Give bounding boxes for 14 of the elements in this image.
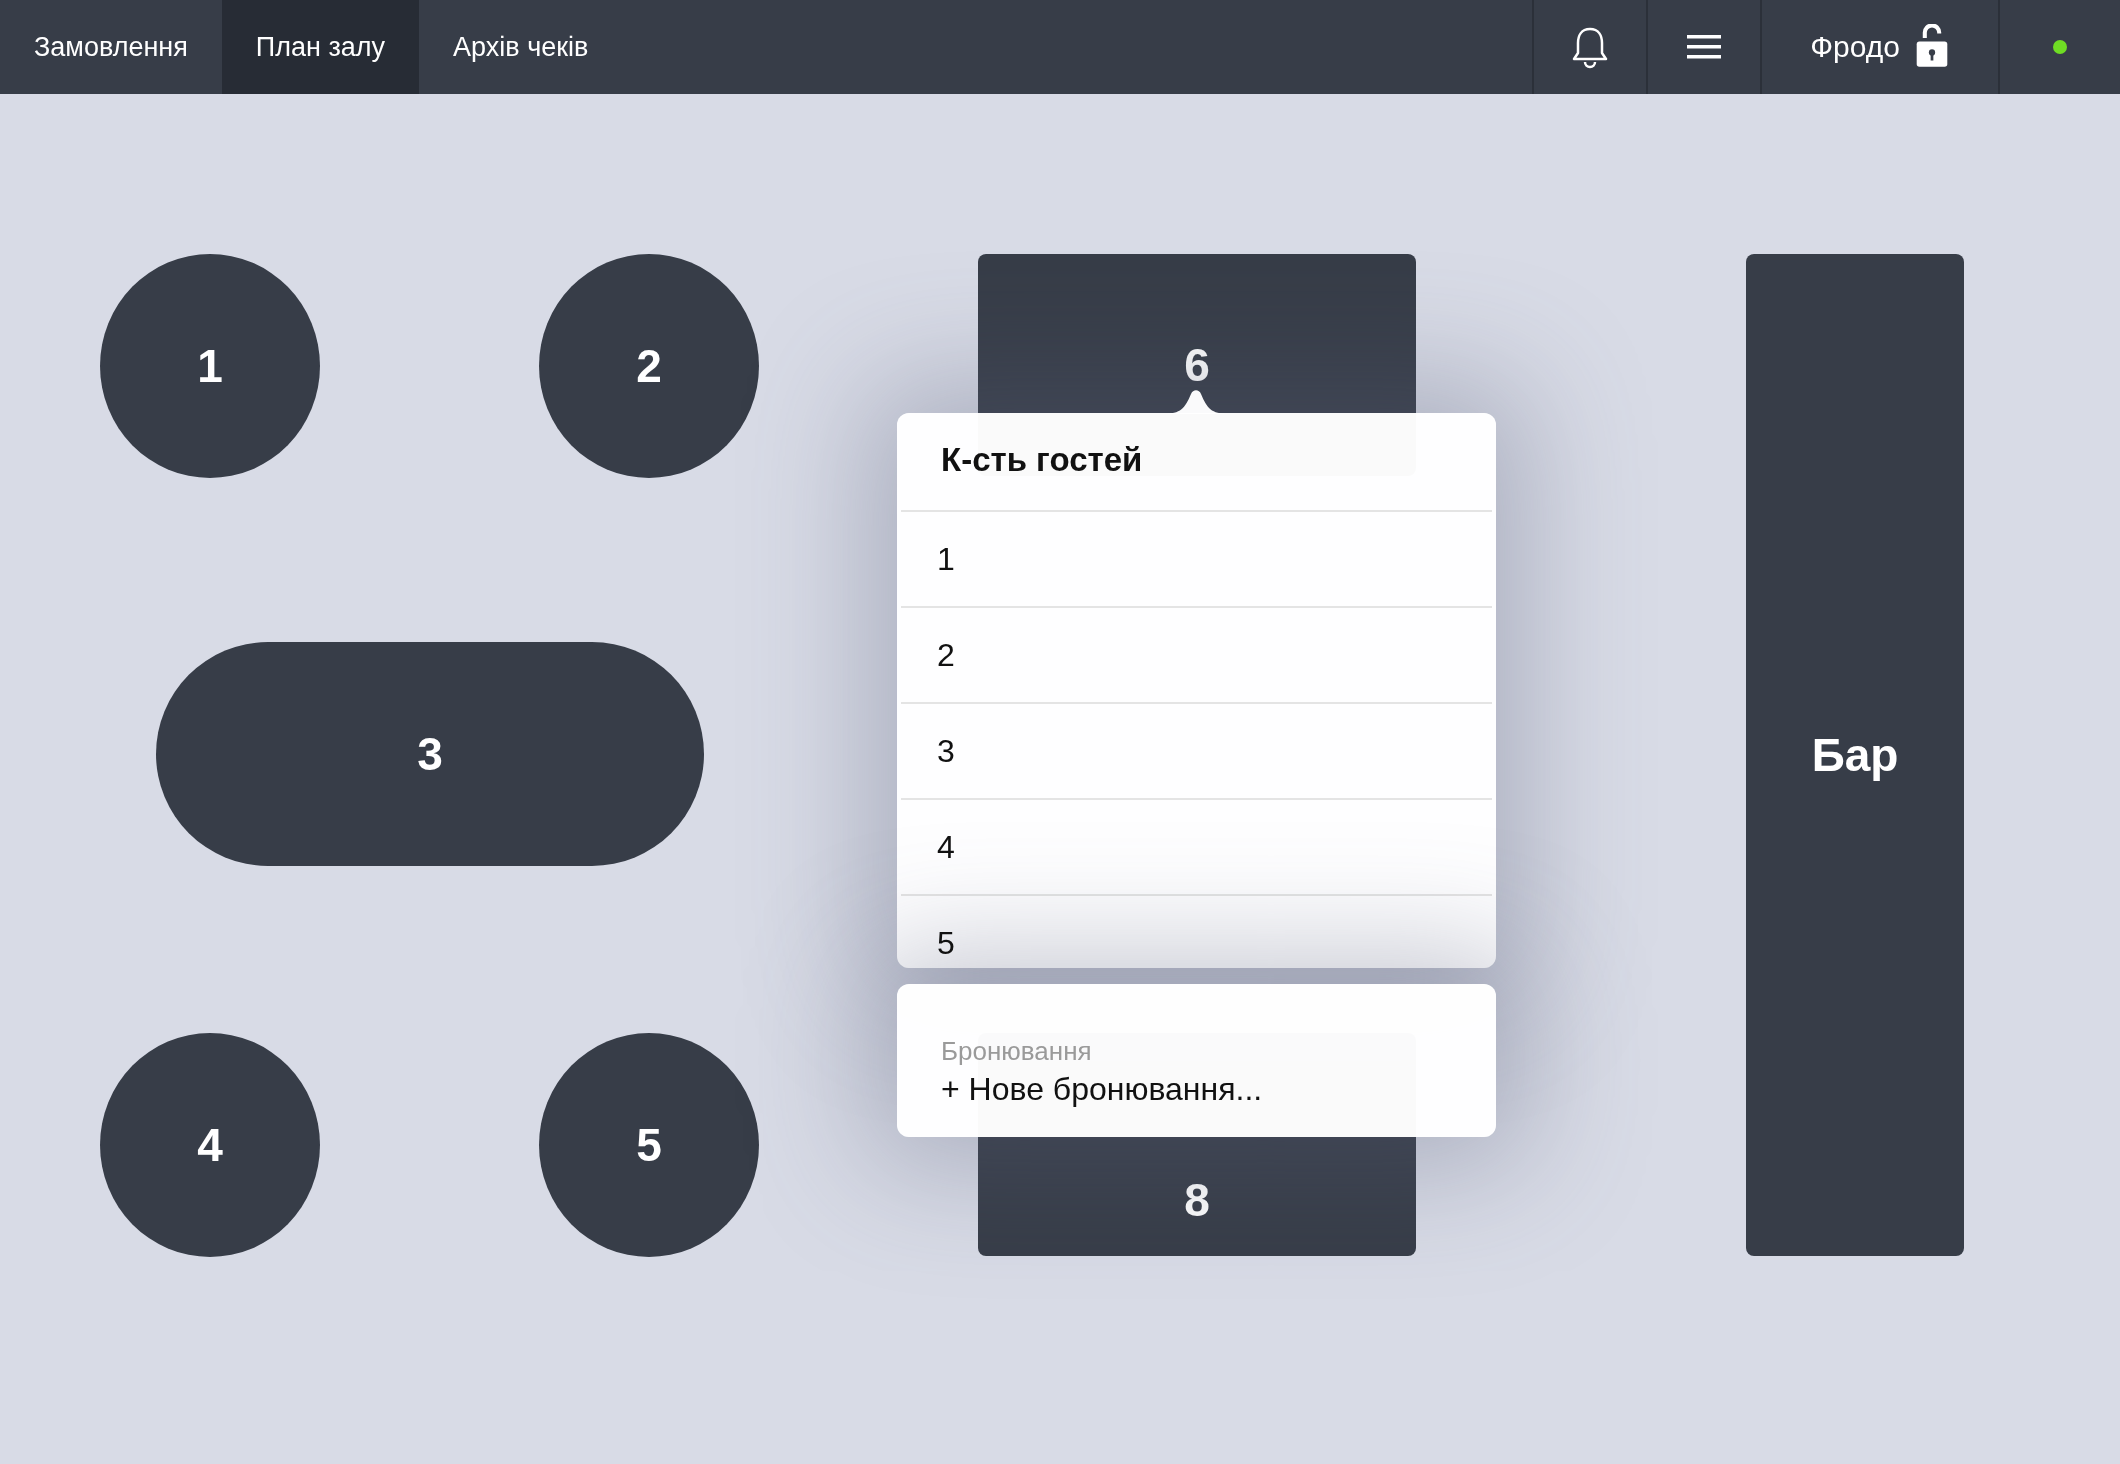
guest-option[interactable]: 4 <box>901 800 1492 896</box>
table[interactable]: 4 <box>100 1033 320 1257</box>
table[interactable]: 1 <box>100 254 320 478</box>
tab[interactable]: Замовлення <box>0 0 222 94</box>
table[interactable]: Бар <box>1746 254 1964 1256</box>
table[interactable]: 3 <box>156 642 704 866</box>
user-button[interactable]: Фродо <box>1762 0 1998 94</box>
table[interactable]: 5 <box>539 1033 759 1257</box>
guest-option[interactable]: 2 <box>901 608 1492 704</box>
guest-option[interactable]: 3 <box>901 704 1492 800</box>
tab[interactable]: Архів чеків <box>419 0 623 94</box>
table[interactable]: 2 <box>539 254 759 478</box>
tab[interactable]: План залу <box>221 0 420 94</box>
guest-option[interactable]: 1 <box>901 512 1492 608</box>
